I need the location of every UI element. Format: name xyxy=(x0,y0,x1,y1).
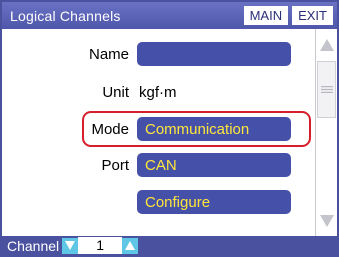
channel-down-button[interactable] xyxy=(62,237,79,254)
unit-row: Unit kgf·m xyxy=(2,79,315,105)
triangle-up-icon xyxy=(319,39,334,51)
mode-highlight-outline xyxy=(82,111,311,147)
scroll-thumb[interactable] xyxy=(317,61,336,118)
scroll-down-button[interactable] xyxy=(316,207,337,235)
scroll-up-button[interactable] xyxy=(316,31,337,59)
screen-title: Logical Channels xyxy=(10,7,121,24)
settings-panel: Name Unit kgf·m Mode Communication Port … xyxy=(2,29,315,236)
exit-button[interactable]: EXIT xyxy=(292,6,333,25)
triangle-down-icon xyxy=(65,241,76,250)
unit-label: Unit xyxy=(102,83,129,101)
name-row: Name xyxy=(2,41,315,67)
logical-channels-screen: Logical Channels MAIN EXIT Name Unit kgf… xyxy=(0,0,339,257)
configure-button[interactable]: Configure xyxy=(137,190,291,214)
port-label: Port xyxy=(101,156,129,174)
triangle-up-icon xyxy=(125,241,136,250)
unit-value: kgf·m xyxy=(139,83,177,101)
name-field[interactable] xyxy=(137,42,291,66)
channel-bar: Channel 1 xyxy=(2,236,337,255)
name-label: Name xyxy=(88,45,129,63)
configure-row: Configure xyxy=(2,189,315,215)
port-row: Port CAN xyxy=(2,152,315,178)
port-field[interactable]: CAN xyxy=(137,153,291,177)
channel-value[interactable]: 1 xyxy=(78,237,123,254)
grip-lines-icon xyxy=(320,86,333,93)
title-bar: Logical Channels MAIN EXIT xyxy=(2,2,337,29)
main-button[interactable]: MAIN xyxy=(243,6,289,25)
channel-up-button[interactable] xyxy=(122,237,139,254)
scrollbar[interactable] xyxy=(315,29,337,236)
channel-label: Channel xyxy=(7,237,60,254)
triangle-down-icon xyxy=(319,215,334,227)
